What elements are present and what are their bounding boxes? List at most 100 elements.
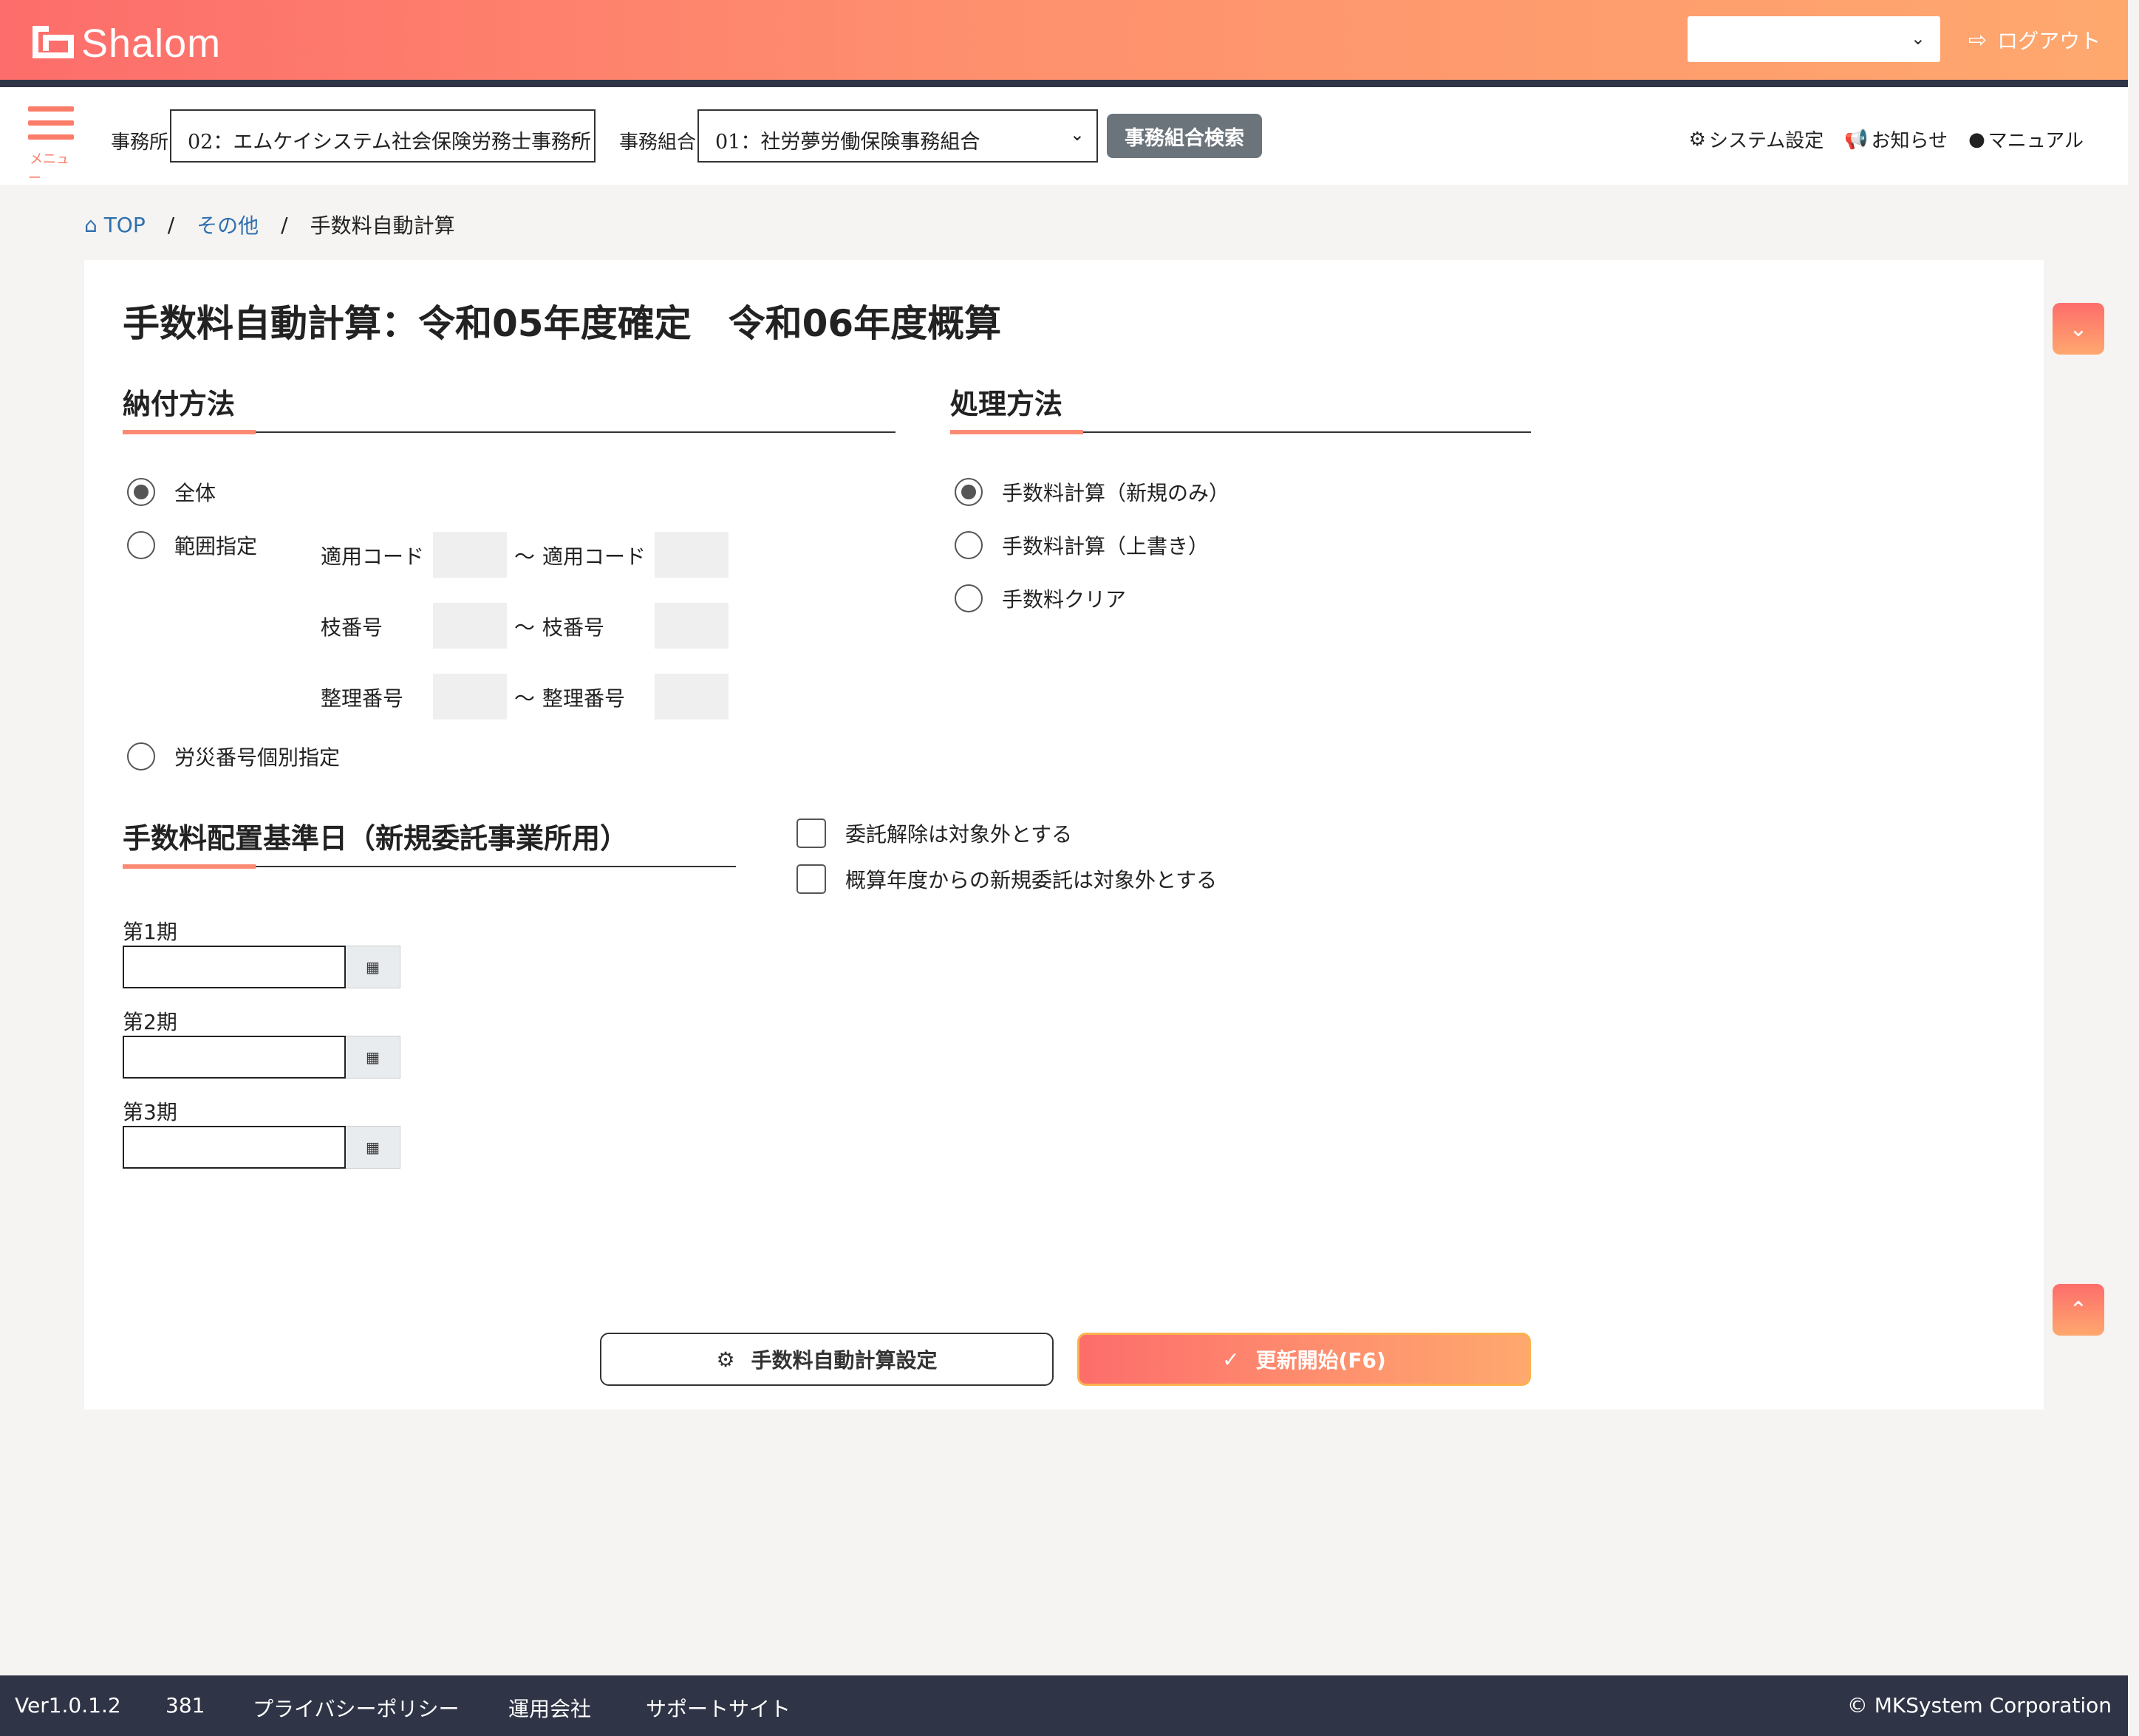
scroll-up-button[interactable]: ⌃	[2053, 1284, 2104, 1336]
radio-unselected	[127, 531, 155, 559]
exclude-new-from-estimate-checkbox[interactable]: 概算年度からの新規委託は対象外とする	[796, 864, 1217, 894]
payment-radio-all[interactable]: 全体	[127, 477, 216, 507]
page-title: 手数料自動計算：令和05年度確定 令和06年度概算	[123, 302, 1002, 345]
radio-label: 全体	[174, 481, 216, 505]
tilde: ～	[514, 615, 536, 640]
breadcrumb-current: 手数料自動計算	[310, 213, 455, 238]
period-1-date-input[interactable]	[123, 946, 346, 988]
check-icon: ✓	[1222, 1347, 1240, 1372]
calendar-icon[interactable]: ▦	[346, 946, 400, 988]
gear-icon: ⚙	[716, 1347, 735, 1372]
ref-no-to-label: 整理番号	[542, 686, 626, 711]
home-icon: ⌂	[84, 212, 98, 237]
period-3-label: 第3期	[123, 1100, 177, 1124]
processing-radio-new-only[interactable]: 手数料計算（新規のみ）	[955, 477, 1229, 507]
union-search-button[interactable]: 事務組合検索	[1107, 114, 1262, 158]
branch-no-to-label: 枝番号	[542, 615, 605, 640]
processing-method-heading: 処理方法	[950, 388, 1063, 420]
operator-link[interactable]: 運用会社	[508, 1693, 591, 1723]
radio-unselected	[955, 584, 983, 612]
privacy-policy-link[interactable]: プライバシーポリシー	[253, 1693, 459, 1723]
breadcrumb-top[interactable]: ⌂ TOP	[84, 213, 146, 237]
top-header: Shalom ⌄ ⇨ ログアウト	[0, 0, 2128, 80]
processing-radio-clear[interactable]: 手数料クリア	[955, 584, 1126, 613]
ref-no-from-label: 整理番号	[321, 686, 404, 711]
support-site-link[interactable]: サポートサイト	[646, 1693, 791, 1723]
period-3-date-input[interactable]	[123, 1126, 346, 1169]
office-label: 事務所	[111, 131, 169, 154]
header-divider	[0, 80, 2128, 87]
union-label: 事務組合	[619, 131, 697, 154]
radio-unselected	[955, 531, 983, 559]
radio-label: 手数料計算（新規のみ）	[1002, 481, 1230, 505]
radio-label: 範囲指定	[174, 534, 258, 558]
app-logo[interactable]: Shalom	[33, 21, 221, 66]
processing-radio-overwrite[interactable]: 手数料計算（上書き）	[955, 530, 1209, 560]
system-settings-label: システム設定	[1708, 130, 1824, 152]
checkbox-label: 概算年度からの新規委託は対象外とする	[845, 868, 1218, 892]
menu-button[interactable]: メニュー	[28, 106, 78, 187]
section-rule-accent	[123, 864, 256, 869]
chevron-down-icon: ⌄	[1910, 28, 1925, 49]
ref-no-from-input[interactable]	[433, 674, 507, 720]
payment-method-heading: 納付方法	[123, 388, 236, 420]
breadcrumb-other[interactable]: その他	[197, 210, 259, 239]
section-rule-accent	[950, 430, 1083, 434]
period-2-label: 第2期	[123, 1010, 177, 1034]
checkbox-box	[796, 864, 826, 894]
chevron-down-icon: ⌄	[1069, 124, 1085, 145]
sub-header: メニュー 事務所 02：エムケイシステム社会保険労務士事務所 ⌄ 事務組合 01…	[0, 87, 2128, 187]
radio-selected	[127, 478, 155, 506]
apply-code-to-input[interactable]	[655, 532, 729, 578]
logout-label: ログアウト	[1997, 29, 2101, 53]
footer-number: 381	[166, 1693, 205, 1718]
section-rule-accent	[123, 430, 256, 434]
period-2-date-input[interactable]	[123, 1036, 346, 1079]
logout-link[interactable]: ⇨ ログアウト	[1968, 25, 2101, 55]
manual-label: マニュアル	[1988, 130, 2084, 152]
manual-link[interactable]: ● マニュアル	[1968, 126, 2084, 153]
branch-no-from-label: 枝番号	[321, 615, 383, 640]
apply-code-to-label: 適用コード	[542, 544, 647, 569]
start-update-label: 更新開始(F6)	[1255, 1348, 1386, 1373]
ref-no-to-input[interactable]	[655, 674, 729, 720]
radio-label: 手数料クリア	[1002, 587, 1127, 612]
apply-code-from-input[interactable]	[433, 532, 507, 578]
checkbox-label: 委託解除は対象外とする	[845, 822, 1073, 847]
calendar-icon[interactable]: ▦	[346, 1036, 400, 1079]
scroll-down-button[interactable]: ⌄	[2053, 303, 2104, 355]
start-update-button[interactable]: ✓ 更新開始(F6)	[1077, 1333, 1531, 1386]
hamburger-icon	[28, 106, 74, 112]
office-select[interactable]: 02：エムケイシステム社会保険労務士事務所 ⌄	[170, 109, 596, 163]
radio-label: 労災番号個別指定	[174, 745, 341, 770]
payment-radio-range[interactable]: 範囲指定	[127, 530, 257, 560]
version-text: Ver1.0.1.2	[15, 1693, 121, 1718]
main-panel: 手数料自動計算：令和05年度確定 令和06年度概算 納付方法 全体 範囲指定 適…	[84, 260, 2044, 1409]
radio-selected	[955, 478, 983, 506]
shalom-logo-icon	[33, 26, 74, 61]
union-select[interactable]: 01：社労夢労働保険事務組合 ⌄	[697, 109, 1098, 163]
menu-label: メニュー	[28, 151, 69, 186]
base-date-heading: 手数料配置基準日（新規委託事業所用）	[123, 822, 629, 855]
chevron-down-icon: ⌄	[2069, 315, 2088, 342]
branch-no-to-input[interactable]	[655, 603, 729, 649]
tilde: ～	[514, 686, 536, 711]
breadcrumb-separator: /	[281, 212, 288, 237]
payment-radio-individual[interactable]: 労災番号個別指定	[127, 742, 340, 771]
fee-calc-settings-button[interactable]: ⚙ 手数料自動計算設定	[600, 1333, 1054, 1386]
top-select[interactable]: ⌄	[1688, 16, 1940, 62]
branch-no-from-input[interactable]	[433, 603, 507, 649]
notices-link[interactable]: 📢 お知らせ	[1844, 126, 1948, 153]
header-links: ⚙ システム設定 📢 お知らせ ● マニュアル	[1689, 126, 2084, 153]
gear-icon: ⚙	[1688, 128, 1706, 151]
logout-icon: ⇨	[1968, 27, 1988, 53]
app-name: Shalom	[81, 21, 222, 66]
system-settings-link[interactable]: ⚙ システム設定	[1689, 126, 1824, 153]
calendar-icon[interactable]: ▦	[346, 1126, 400, 1169]
megaphone-icon: 📢	[1844, 128, 1869, 151]
footer: Ver1.0.1.2 381 プライバシーポリシー 運用会社 サポートサイト ©…	[0, 1675, 2128, 1736]
office-select-value: 02：エムケイシステム社会保険労務士事務所	[188, 131, 592, 154]
apply-code-from-label: 適用コード	[321, 544, 425, 569]
exclude-cancelled-checkbox[interactable]: 委託解除は対象外とする	[796, 819, 1072, 848]
breadcrumb-separator: /	[167, 212, 175, 237]
